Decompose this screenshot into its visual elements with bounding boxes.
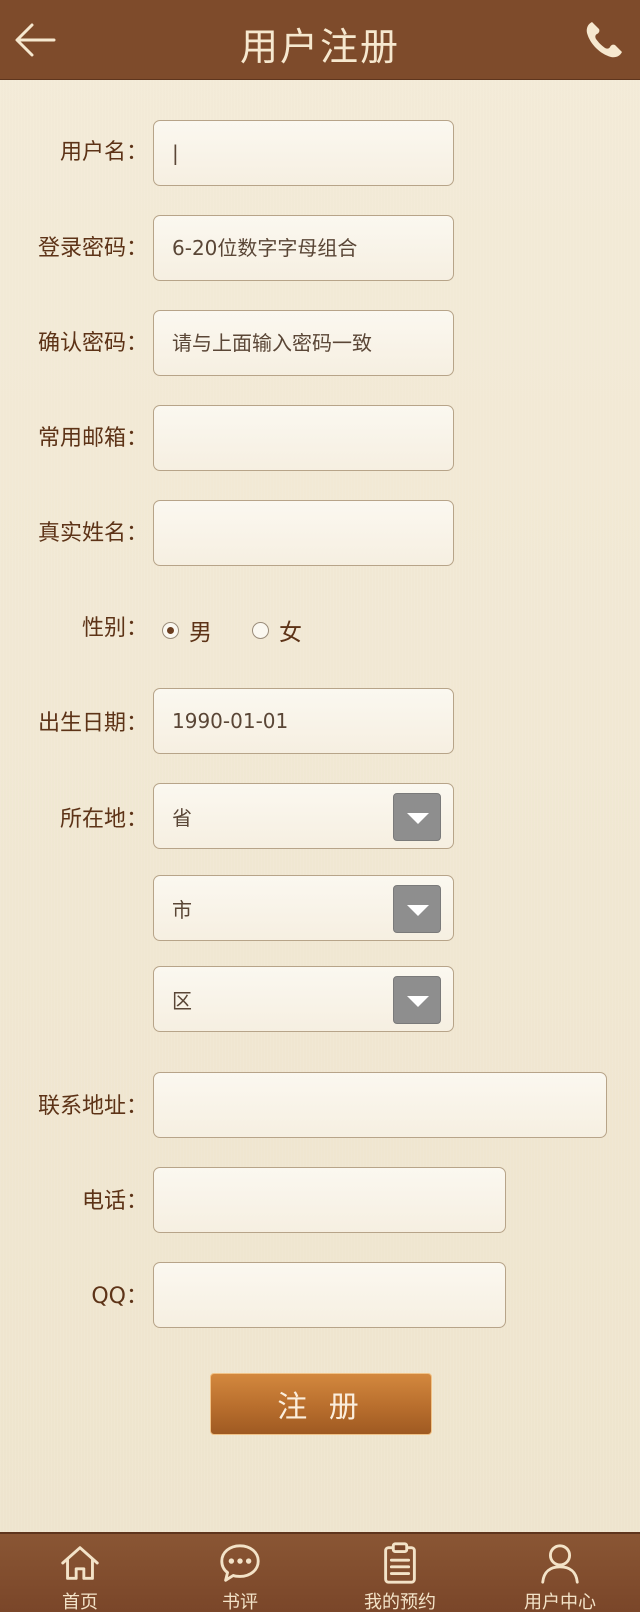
call-button[interactable] (582, 18, 626, 62)
chevron-down-icon[interactable] (393, 885, 441, 933)
gender-option-male[interactable]: 男 (162, 613, 212, 647)
location-label: 所在地： (59, 807, 148, 832)
real-name-label: 真实姓名： (37, 521, 148, 546)
real-name-field[interactable] (153, 500, 454, 566)
radio-button-checked[interactable] (162, 621, 179, 639)
password-label: 登录密码： (37, 236, 148, 261)
nav-item-reviews[interactable]: 书评 (160, 1534, 320, 1612)
birthday-field[interactable]: 1990-01-01 (153, 688, 454, 754)
city-value: 市 (172, 897, 192, 922)
password-field[interactable] (153, 215, 454, 281)
address-field[interactable] (153, 1072, 607, 1138)
birthday-label: 出生日期： (37, 711, 148, 736)
nav-label: 用户中心 (524, 1592, 596, 1612)
bottom-nav: 首页 书评 我的预约 用户中心 (0, 1532, 640, 1612)
username-field[interactable]: | (153, 120, 454, 186)
nav-item-user-center[interactable]: 用户中心 (480, 1534, 640, 1612)
district-select[interactable]: 区 (153, 966, 454, 1032)
city-select[interactable]: 市 (153, 875, 454, 941)
chevron-down-icon[interactable] (393, 793, 441, 841)
home-icon (61, 1546, 99, 1580)
gender-option-label: 男 (189, 620, 212, 646)
username-value: | (172, 141, 179, 165)
address-label: 联系地址： (37, 1094, 148, 1119)
district-value: 区 (172, 988, 192, 1013)
nav-label: 首页 (62, 1592, 98, 1612)
qq-field[interactable] (153, 1262, 506, 1328)
gender-option-label: 女 (279, 620, 302, 646)
user-icon (541, 1544, 579, 1584)
province-value: 省 (172, 805, 192, 830)
nav-item-reservations[interactable]: 我的预约 (320, 1534, 480, 1612)
phone-field[interactable] (153, 1167, 506, 1233)
confirm-password-input[interactable] (172, 311, 453, 375)
confirm-password-field[interactable] (153, 310, 454, 376)
register-button[interactable]: 注 册 (210, 1373, 432, 1435)
gender-label: 性别： (81, 616, 148, 641)
phone-icon (586, 22, 622, 58)
nav-label: 我的预约 (364, 1592, 436, 1612)
radio-button[interactable] (252, 621, 269, 639)
confirm-password-label: 确认密码： (37, 331, 148, 356)
gender-option-female[interactable]: 女 (252, 613, 302, 647)
birthday-value: 1990-01-01 (172, 709, 289, 733)
qq-label: QQ： (91, 1284, 148, 1309)
email-field[interactable] (153, 405, 454, 471)
email-label: 常用邮箱： (37, 426, 148, 451)
province-select[interactable]: 省 (153, 783, 454, 849)
top-bar: 用户注册 (0, 0, 640, 80)
nav-label: 书评 (222, 1592, 258, 1612)
password-input[interactable] (172, 216, 453, 280)
nav-item-home[interactable]: 首页 (0, 1534, 160, 1612)
phone-label: 电话： (81, 1189, 148, 1214)
username-label: 用户名： (59, 140, 148, 165)
chat-bubble-icon (220, 1544, 260, 1582)
page-title: 用户注册 (239, 25, 400, 69)
chevron-down-icon[interactable] (393, 976, 441, 1024)
gender-radio-group: 男 女 (162, 613, 342, 647)
clipboard-icon (384, 1542, 416, 1584)
